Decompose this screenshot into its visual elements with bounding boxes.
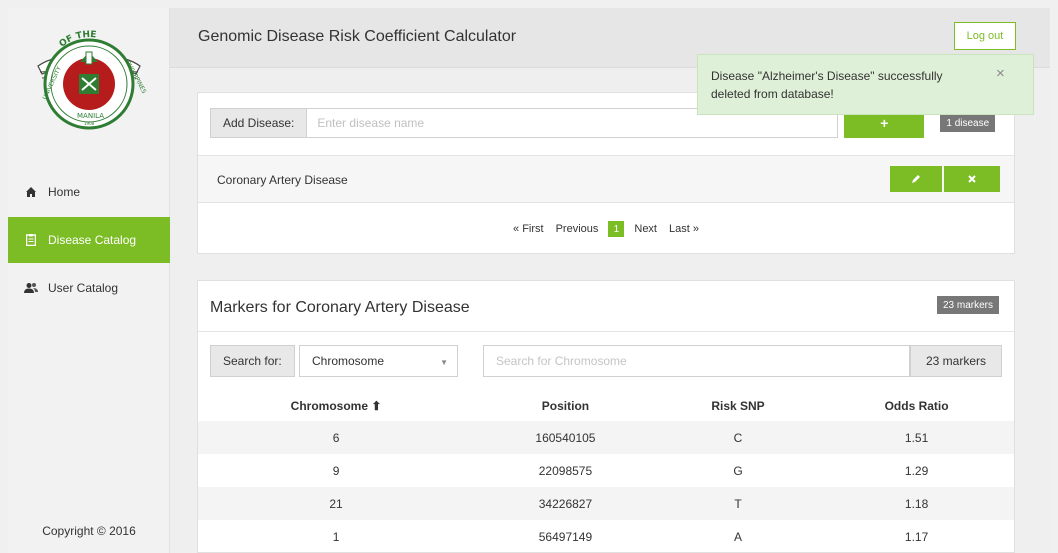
- cell-chromosome: 1: [332, 529, 340, 544]
- university-seal-logo: OF THE UNIVERSITY PHILIPPINES MANILA 190…: [37, 30, 147, 130]
- column-header-risk-snp[interactable]: Risk SNP: [657, 391, 819, 421]
- disease-count-badge: 1 disease: [940, 114, 996, 132]
- users-icon: [24, 281, 38, 295]
- search-field-select[interactable]: Chromosome ▼: [299, 345, 458, 377]
- pencil-icon: [912, 175, 920, 183]
- copyright-text: Copyright © 2016: [42, 524, 136, 538]
- logo-bottom-text: MANILA: [77, 112, 104, 120]
- main-content: Add Disease: + 1 disease Coronary Artery…: [170, 68, 1050, 553]
- table-header-row: Chromosome ⬆ Position Risk SNP Odds Rati…: [198, 391, 1014, 421]
- sidebar: OF THE UNIVERSITY PHILIPPINES MANILA 190…: [8, 8, 170, 553]
- delete-disease-button[interactable]: [944, 166, 1000, 192]
- disease-name[interactable]: Coronary Artery Disease: [217, 173, 348, 187]
- sidebar-item-disease-catalog[interactable]: Disease Catalog: [8, 217, 170, 263]
- add-disease-label: Add Disease:: [210, 108, 308, 138]
- search-field-value: Chromosome: [312, 354, 385, 368]
- cell-position: 160540105: [474, 421, 657, 454]
- cell-odds-ratio: 1.18: [819, 487, 1014, 520]
- pagination: « First Previous 1 Next Last »: [198, 221, 1014, 237]
- markers-title: Markers for Coronary Artery Disease: [210, 299, 470, 316]
- chevron-down-icon: ▼: [440, 358, 448, 367]
- toast-message: Disease "Alzheimer's Disease" successful…: [711, 69, 943, 101]
- table-row[interactable]: 1 56497149 A 1.17: [198, 520, 1014, 553]
- markers-panel: Markers for Coronary Artery Disease 23 m…: [197, 280, 1015, 553]
- pagination-first[interactable]: « First: [511, 223, 546, 235]
- disease-panel: Add Disease: + 1 disease Coronary Artery…: [197, 92, 1015, 254]
- marker-search-input[interactable]: [483, 345, 910, 377]
- search-result-count: 23 markers: [910, 345, 1002, 377]
- close-icon: [968, 175, 976, 183]
- cell-chromosome: 9: [332, 463, 340, 478]
- markers-count-badge: 23 markers: [937, 296, 1000, 314]
- sidebar-item-label: Disease Catalog: [48, 233, 137, 247]
- column-header-position[interactable]: Position: [474, 391, 657, 421]
- sidebar-item-user-catalog[interactable]: User Catalog: [8, 265, 170, 311]
- success-toast: Disease "Alzheimer's Disease" successful…: [697, 54, 1034, 115]
- sidebar-item-label: User Catalog: [48, 281, 119, 295]
- edit-disease-button[interactable]: [890, 166, 942, 192]
- cell-risk-snp: G: [733, 463, 743, 478]
- pagination-current-page[interactable]: 1: [608, 221, 625, 237]
- search-for-label: Search for:: [210, 345, 295, 377]
- column-header-chromosome[interactable]: Chromosome ⬆: [198, 391, 474, 421]
- cell-chromosome: 6: [198, 421, 475, 454]
- cell-position: 34226827: [474, 487, 657, 520]
- pagination-previous[interactable]: Previous: [554, 223, 601, 235]
- divider: [198, 331, 1014, 332]
- cell-risk-snp: A: [734, 529, 743, 544]
- pagination-next[interactable]: Next: [632, 223, 659, 235]
- markers-table: Chromosome ⬆ Position Risk SNP Odds Rati…: [198, 391, 1014, 553]
- cell-risk-snp: C: [656, 421, 820, 454]
- table-row[interactable]: 6 160540105 C 1.51: [198, 421, 1014, 454]
- sidebar-item-home[interactable]: Home: [8, 169, 170, 215]
- table-row[interactable]: 9 22098575 G 1.29: [198, 454, 1014, 487]
- cell-risk-snp: T: [656, 487, 820, 520]
- column-header-odds-ratio[interactable]: Odds Ratio: [819, 391, 1014, 421]
- logout-button[interactable]: Log out: [954, 22, 1016, 50]
- cell-odds-ratio: 1.51: [819, 421, 1014, 454]
- disease-list-item: Coronary Artery Disease: [198, 155, 1014, 203]
- clipboard-icon: [24, 233, 38, 247]
- cell-odds-ratio: 1.29: [904, 463, 929, 478]
- toast-close-button[interactable]: ×: [996, 65, 1005, 83]
- home-icon: [24, 185, 38, 199]
- cell-position: 22098575: [538, 463, 593, 478]
- cell-odds-ratio: 1.17: [904, 529, 929, 544]
- pagination-last[interactable]: Last »: [667, 223, 701, 235]
- sidebar-item-label: Home: [48, 185, 81, 199]
- table-row[interactable]: 21 34226827 T 1.18: [198, 487, 1014, 520]
- cell-chromosome: 21: [198, 487, 475, 520]
- app-title: Genomic Disease Risk Coefficient Calcula…: [198, 28, 517, 45]
- logo-year-text: 1908: [84, 121, 95, 126]
- cell-position: 56497149: [538, 529, 593, 544]
